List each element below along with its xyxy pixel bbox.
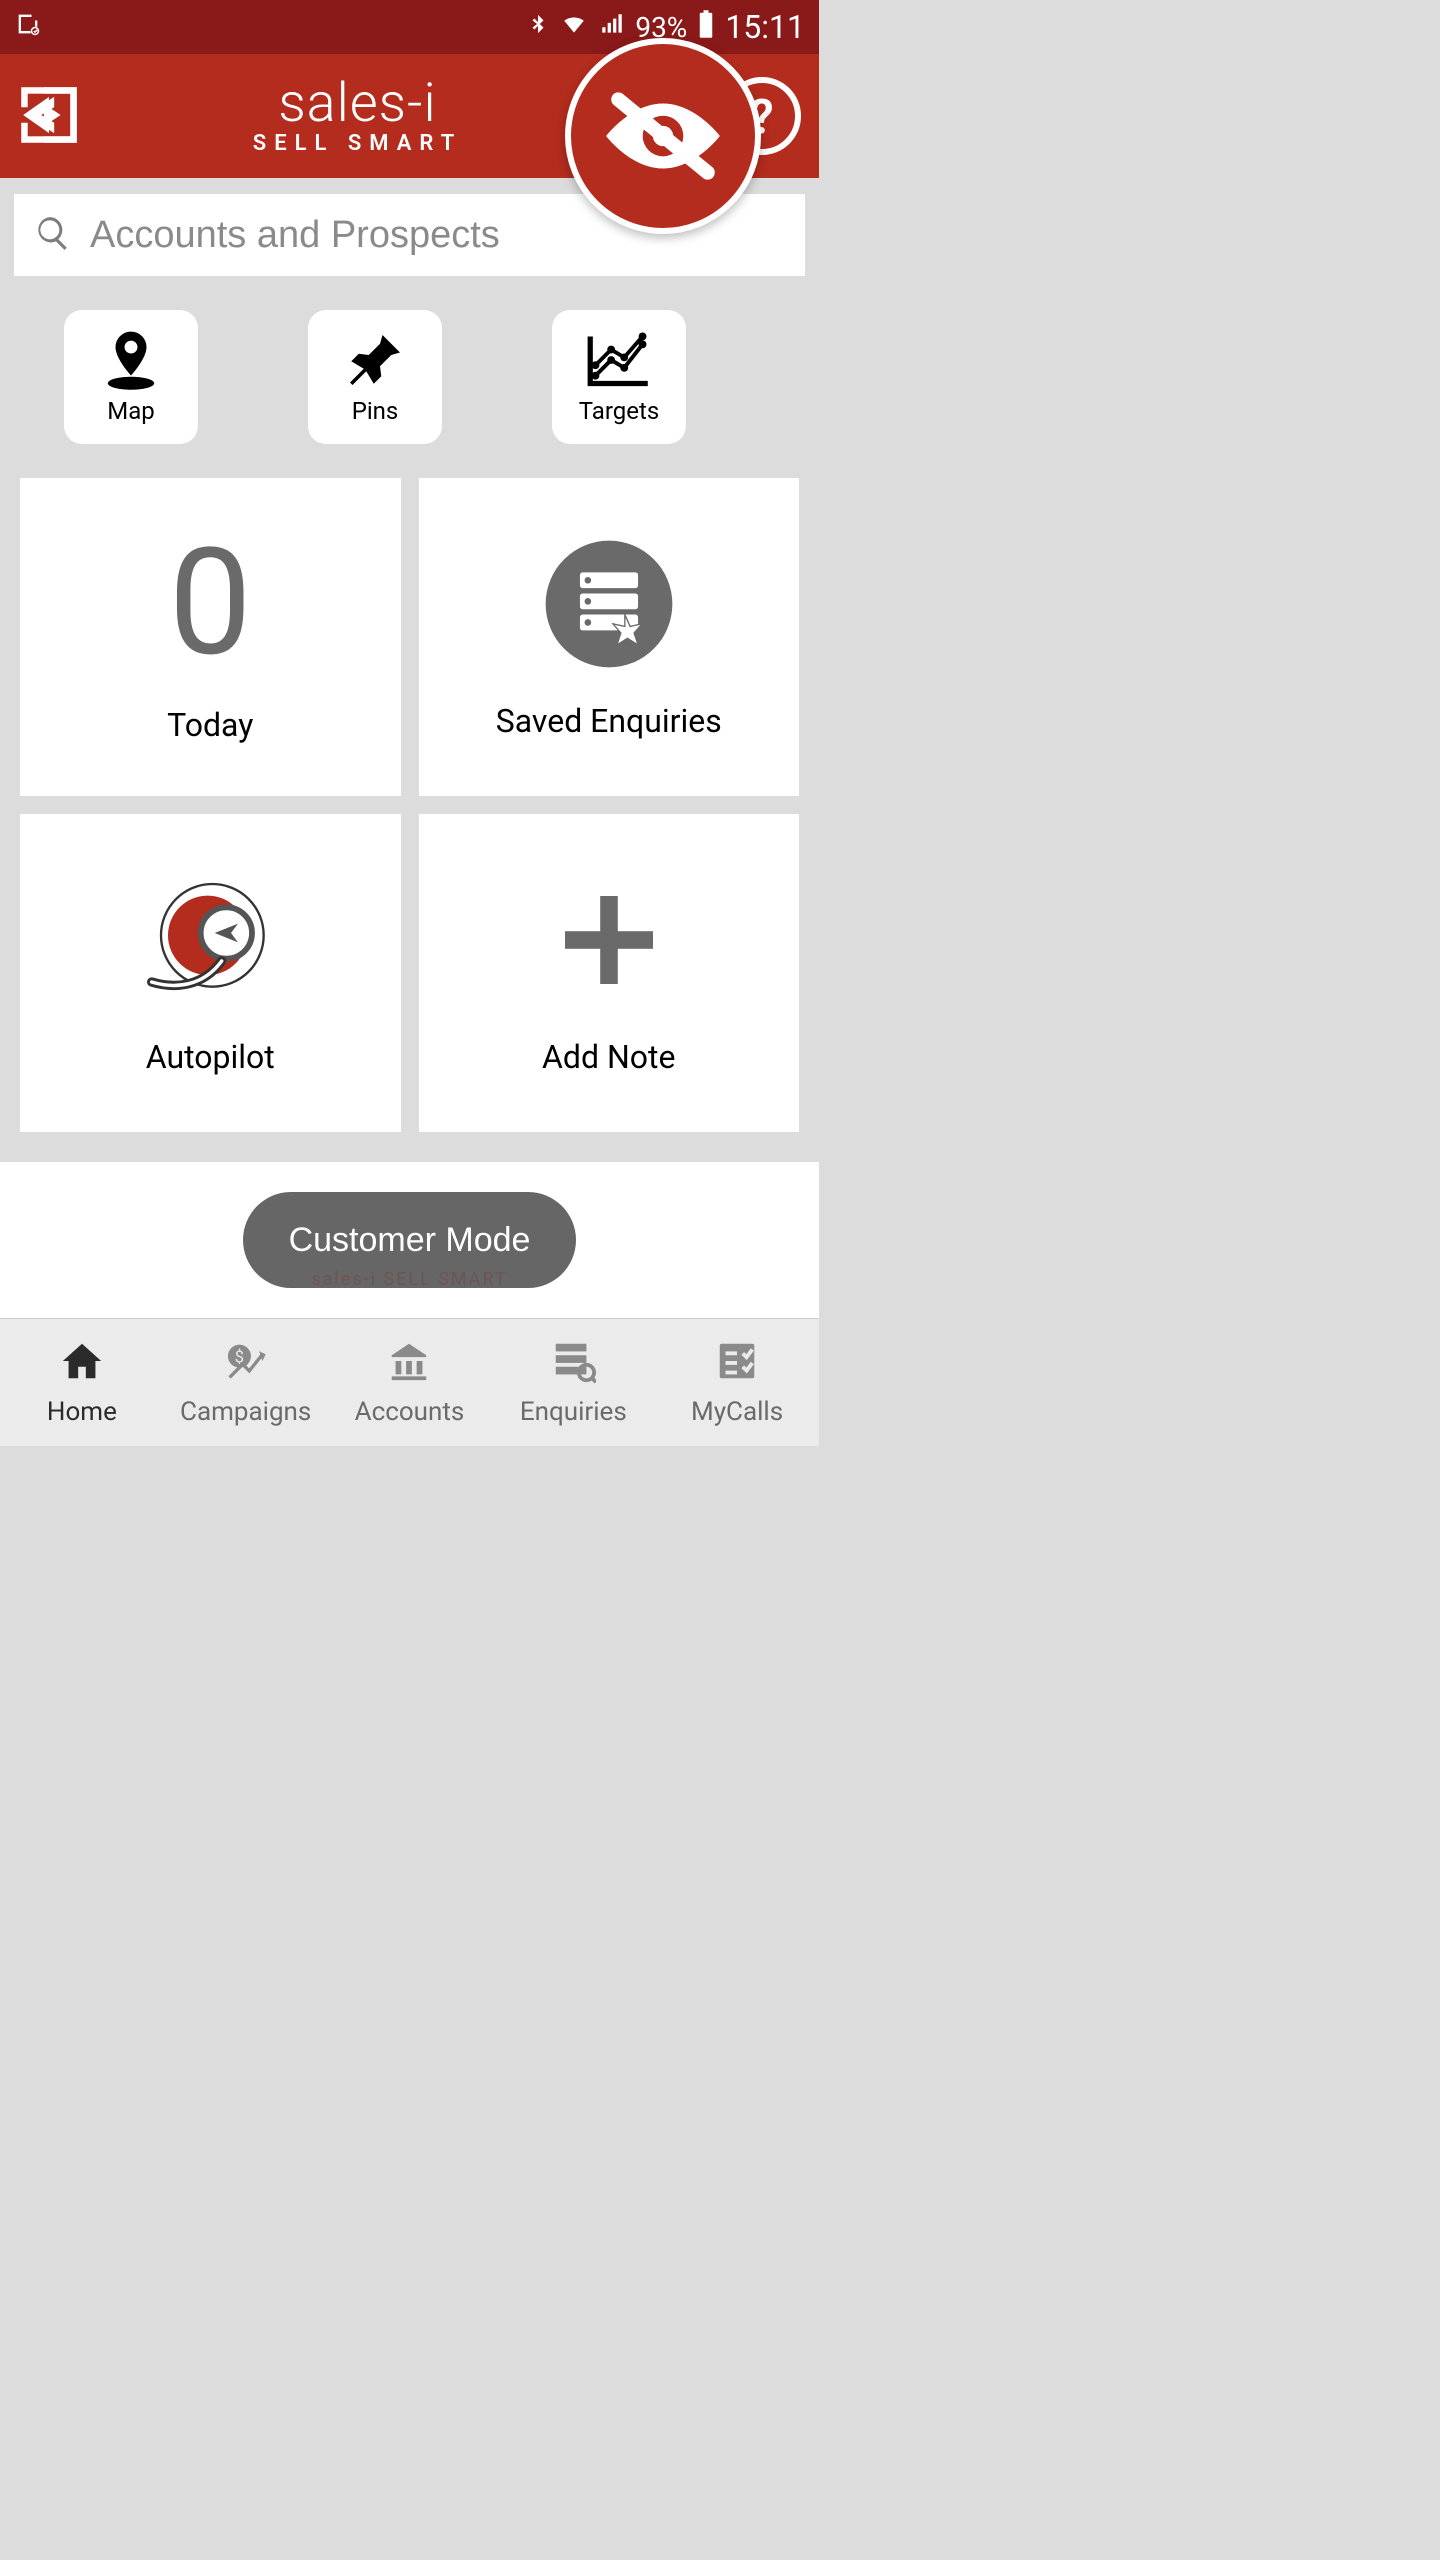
- nav-enquiries[interactable]: Enquiries: [491, 1319, 655, 1446]
- saved-enquiries-icon: [543, 534, 675, 674]
- home-icon: [59, 1338, 105, 1391]
- home-tiles: 0 Today Saved Enquiries: [14, 478, 805, 1132]
- mycalls-icon: [714, 1338, 760, 1391]
- screenshot-icon: [14, 10, 42, 45]
- nav-mycalls[interactable]: MyCalls: [655, 1319, 819, 1446]
- pushpin-icon: [345, 329, 405, 391]
- back-button[interactable]: [18, 84, 80, 150]
- add-note-label: Add Note: [542, 1038, 675, 1076]
- nav-enquiries-label: Enquiries: [520, 1397, 627, 1427]
- nav-home-label: Home: [47, 1397, 117, 1427]
- saved-enquiries-tile[interactable]: Saved Enquiries: [419, 478, 800, 796]
- autopilot-icon: [140, 870, 280, 1010]
- chart-icon: [585, 329, 653, 391]
- nav-home[interactable]: Home: [0, 1319, 164, 1446]
- today-tile[interactable]: 0 Today: [20, 478, 401, 796]
- nav-accounts-label: Accounts: [355, 1397, 465, 1427]
- mode-zone: Customer Mode sales-i SELL SMART: [0, 1162, 819, 1318]
- nav-campaigns[interactable]: $ Campaigns: [164, 1319, 328, 1446]
- wifi-icon: [559, 11, 589, 44]
- nav-accounts[interactable]: Accounts: [328, 1319, 492, 1446]
- add-note-tile[interactable]: Add Note: [419, 814, 800, 1132]
- pins-label: Pins: [352, 397, 399, 425]
- map-pin-icon: [104, 329, 158, 391]
- bluetooth-icon: [527, 9, 549, 46]
- today-label: Today: [167, 706, 253, 744]
- clock-time: 15:11: [725, 8, 805, 46]
- hide-mode-button[interactable]: [565, 38, 761, 234]
- brand-watermark: sales-i SELL SMART: [311, 1269, 507, 1290]
- brand-name: sales-i: [253, 77, 462, 131]
- map-label: Map: [107, 397, 154, 425]
- saved-enquiries-label: Saved Enquiries: [496, 702, 722, 740]
- autopilot-label: Autopilot: [146, 1038, 275, 1076]
- targets-action[interactable]: Targets: [552, 310, 686, 444]
- search-icon: [34, 214, 72, 256]
- plus-icon: [554, 870, 664, 1010]
- bottom-nav: Home $ Campaigns Accounts Enquiries MyCa…: [0, 1318, 819, 1446]
- enquiries-icon: [550, 1338, 596, 1391]
- targets-label: Targets: [579, 397, 659, 425]
- nav-campaigns-label: Campaigns: [180, 1397, 311, 1427]
- today-count: 0: [169, 530, 252, 678]
- campaigns-icon: $: [223, 1338, 269, 1391]
- autopilot-tile[interactable]: Autopilot: [20, 814, 401, 1132]
- signal-icon: [599, 11, 625, 44]
- accounts-icon: [386, 1338, 432, 1391]
- brand-tagline: SELL SMART: [253, 131, 462, 156]
- quick-actions-row: Map Pins Targets: [14, 310, 805, 444]
- map-action[interactable]: Map: [64, 310, 198, 444]
- brand-logo: sales-i SELL SMART: [253, 77, 462, 156]
- pins-action[interactable]: Pins: [308, 310, 442, 444]
- battery-icon: [697, 9, 715, 46]
- nav-mycalls-label: MyCalls: [691, 1397, 783, 1427]
- content-area: Map Pins Targets 0 Today: [0, 194, 819, 1132]
